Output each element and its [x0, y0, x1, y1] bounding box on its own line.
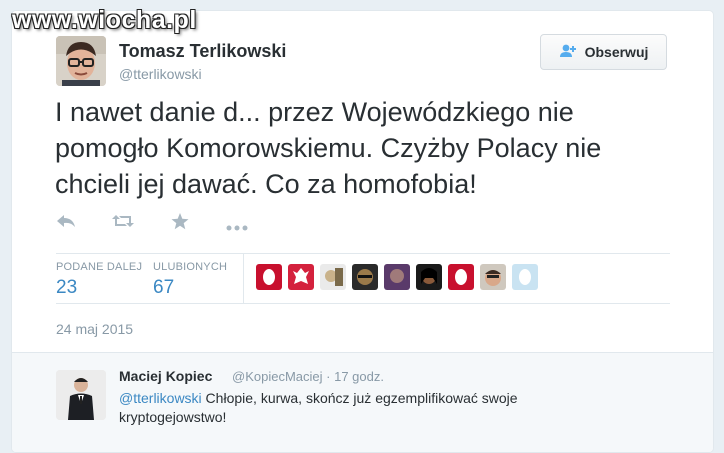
- follow-label: Obserwuj: [584, 44, 649, 60]
- reply-icon[interactable]: [56, 213, 76, 234]
- tweet-card: Tomasz Terlikowski @tterlikowski Obserwu…: [11, 10, 714, 453]
- retweets-count: 23: [56, 277, 78, 298]
- retweets-stat[interactable]: PODANE DALEJ 23: [56, 261, 142, 299]
- author-avatar[interactable]: [56, 36, 106, 86]
- favoriter-avatar[interactable]: [288, 264, 314, 290]
- retweets-label: PODANE DALEJ: [56, 261, 143, 273]
- favoriter-avatar[interactable]: [512, 264, 538, 290]
- watermark: www.wiocha.pl: [12, 6, 197, 34]
- reply-tweet[interactable]: Maciej Kopiec @KopiecMaciej · 17 godz. @…: [12, 352, 713, 452]
- favoriter-avatar[interactable]: [256, 264, 282, 290]
- favorites-label: ULUBIONYCH: [153, 261, 228, 273]
- favoriter-avatar[interactable]: [320, 264, 346, 290]
- reply-separator: ·: [326, 369, 335, 384]
- tweet-date[interactable]: 24 maj 2015: [56, 321, 133, 337]
- favoriter-avatar[interactable]: [448, 264, 474, 290]
- tweet-text: I nawet danie d... przez Wojewódzkiego n…: [55, 97, 602, 199]
- author-handle[interactable]: @tterlikowski: [119, 66, 202, 82]
- follow-button[interactable]: Obserwuj: [540, 34, 667, 70]
- favorites-count: 67: [153, 277, 175, 298]
- favoriter-avatar[interactable]: [480, 264, 506, 290]
- favoriter-avatar[interactable]: [384, 264, 410, 290]
- reply-text: @tterlikowski Chłopie, kurwa, skończ już…: [119, 389, 589, 427]
- reply-author-avatar[interactable]: [56, 370, 106, 420]
- favorites-stat[interactable]: ULUBIONYCH 67: [153, 261, 227, 299]
- stats-bottom-divider: [56, 303, 670, 304]
- favoriter-avatar[interactable]: [416, 264, 442, 290]
- reply-time[interactable]: 17 godz.: [334, 369, 384, 384]
- author-name[interactable]: Tomasz Terlikowski: [119, 41, 286, 62]
- reply-author-name[interactable]: Maciej Kopiec: [119, 368, 212, 384]
- favoriter-avatar[interactable]: [352, 264, 378, 290]
- reply-mention[interactable]: @tterlikowski: [119, 390, 202, 406]
- follow-user-icon: [559, 44, 577, 61]
- retweet-icon[interactable]: [112, 213, 134, 234]
- reply-meta: @KopiecMaciej · 17 godz.: [232, 369, 384, 384]
- more-icon[interactable]: [226, 218, 248, 236]
- stats-separator: [243, 253, 244, 303]
- stats-top-divider: [56, 253, 670, 254]
- reply-author-handle[interactable]: @KopiecMaciej: [232, 369, 323, 384]
- star-icon[interactable]: [171, 213, 189, 235]
